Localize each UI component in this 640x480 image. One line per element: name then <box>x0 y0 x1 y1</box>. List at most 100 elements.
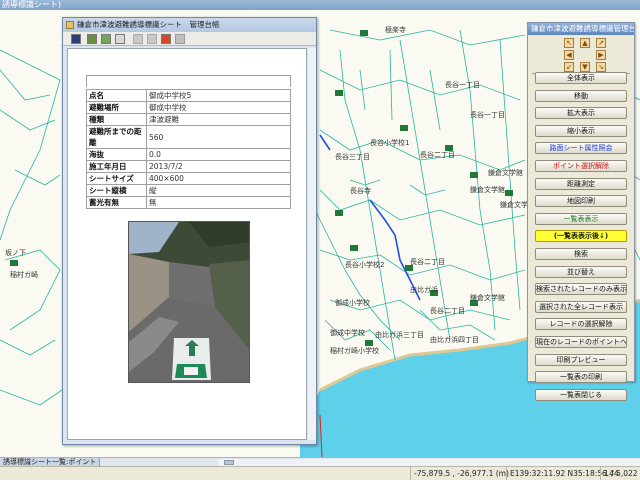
attribute-value: 御成中学校5 <box>146 89 291 102</box>
attribute-row: 蓄光有無無 <box>86 196 291 209</box>
attribute-key: シート縦横 <box>86 184 147 197</box>
attribute-header-row <box>86 75 291 87</box>
panel-button[interactable]: 一覧表閉じる <box>535 389 627 401</box>
map-label: 長谷寺 <box>350 187 371 195</box>
control-panel-title: 鎌倉市津波避難誘導標識管理台帳 <box>528 23 634 35</box>
window-icon <box>66 21 74 29</box>
control-panel: 鎌倉市津波避難誘導標識管理台帳 ↖ ▲ ↗ ◀ ▶ ↙ ▼ ↘ 全体表示移動拡大表示縮小表示路… <box>527 22 635 401</box>
map-label: 由比ガ浜三丁目 <box>375 331 424 339</box>
map-label: 鎌倉文学館 <box>488 169 523 177</box>
copy-icon[interactable] <box>115 34 125 44</box>
attribute-row: シートサイズ 400×600 <box>86 172 291 185</box>
status-coords-geo: E139:32:11.92 N35:18:56.44 <box>506 467 619 480</box>
attribute-value: 津波避難 <box>146 113 291 126</box>
attribute-row: 点名 御成中学校5 <box>86 89 291 102</box>
attribute-key: シートサイズ <box>86 172 147 185</box>
attribute-key: 海抜 <box>86 148 147 161</box>
pan-down-icon[interactable]: ▼ <box>580 62 590 72</box>
attribute-row: 避難所までの距離 560 <box>86 125 291 149</box>
map-label: 長谷小学校2 <box>345 261 385 269</box>
map-label: 稲村ガ崎小学校 <box>330 347 379 355</box>
panel-button[interactable]: 検索されたレコードのみ表示 <box>535 283 627 295</box>
attribute-scrollbar[interactable] <box>308 48 316 440</box>
map-label: 長谷一丁目 <box>445 81 480 89</box>
panel-button[interactable]: (一覧表表示後↓) <box>535 230 627 242</box>
attribute-key: 蓄光有無 <box>86 196 147 209</box>
attribute-key: 種類 <box>86 113 147 126</box>
attribute-row: 施工年月日 2013/7/2 <box>86 160 291 173</box>
panel-button[interactable]: 全体表示 <box>535 72 627 84</box>
pan-right-icon[interactable]: ▶ <box>596 50 606 60</box>
attribute-value: 2013/7/2 <box>146 160 291 173</box>
panel-button[interactable]: 選択された全レコード表示 <box>535 301 627 313</box>
attribute-row: 避難場所 御成中学校 <box>86 101 291 114</box>
panel-button[interactable]: 距離測定 <box>535 178 627 190</box>
scroll-thumb[interactable] <box>224 460 234 465</box>
panel-button[interactable]: レコードの選択解除 <box>535 318 627 330</box>
map-label: 御成小学校 <box>335 299 370 307</box>
attribute-key: 避難場所 <box>86 101 147 114</box>
map-label: 由比ガ浜四丁目 <box>430 336 479 344</box>
pan-down-left-icon[interactable]: ↙ <box>564 62 574 72</box>
map-label: 長谷二丁目 <box>420 151 455 159</box>
attribute-window-title: 鎌倉市津波避難誘導標識シート 管理台帳 <box>77 20 220 29</box>
map-label: 由比ガ浜 <box>410 286 438 294</box>
map-label: 長谷三丁目 <box>335 153 370 161</box>
pan-up-right-icon[interactable]: ↗ <box>596 38 606 48</box>
status-bar: -75,879.5 , -26,977.1 (m) E139:32:11.92 … <box>0 466 640 480</box>
panel-button[interactable]: 一覧表表示 <box>535 213 627 225</box>
attribute-key: 施工年月日 <box>86 160 147 173</box>
map-label: 鎌倉文学館 <box>470 294 505 302</box>
close-arrow-icon[interactable] <box>161 34 171 44</box>
horizontal-scrollbar[interactable] <box>218 459 640 466</box>
map-label: 長谷小学校1 <box>370 139 410 147</box>
grid-icon[interactable] <box>133 34 143 44</box>
list-icon[interactable] <box>147 34 157 44</box>
pan-down-right-icon[interactable]: ↘ <box>596 62 606 72</box>
save-icon[interactable] <box>71 34 81 44</box>
panel-button[interactable]: 並び替え <box>535 266 627 278</box>
pan-up-icon[interactable]: ▲ <box>580 38 590 48</box>
attribute-window-title-bar[interactable]: 鎌倉市津波避難誘導標識シート 管理台帳 <box>63 18 316 32</box>
map-label: 長谷二丁目 <box>430 307 465 315</box>
attribute-toolbar <box>63 32 316 46</box>
pan-left-icon[interactable]: ◀ <box>564 50 574 60</box>
print-icon[interactable] <box>87 34 97 44</box>
attribute-key: 避難所までの距離 <box>86 125 147 149</box>
map-label: 長谷二丁目 <box>410 258 445 266</box>
attribute-window[interactable]: 鎌倉市津波避難誘導標識シート 管理台帳 点名 御成中学校5 避難場所 御成中学校 種類津… <box>62 17 317 445</box>
map-label: 長谷一丁目 <box>470 111 505 119</box>
attribute-value: 560 <box>146 125 291 149</box>
attribute-value: 400×600 <box>146 172 291 185</box>
map-label: 鎌倉文学館 <box>470 186 505 194</box>
panel-button[interactable]: 拡大表示 <box>535 107 627 119</box>
panel-button[interactable]: 検索 <box>535 248 627 260</box>
attribute-row: シート縦横縦 <box>86 184 291 197</box>
app-title: 誘導標識シート) <box>2 0 62 9</box>
sign-photo <box>128 221 250 383</box>
attribute-key: 点名 <box>86 89 147 102</box>
panel-button[interactable]: 一覧表の印刷 <box>535 371 627 383</box>
panel-button[interactable]: ポイント選択解除 <box>535 160 627 172</box>
attribute-table: 点名 御成中学校5 避難場所 御成中学校 種類 津波避難 避難所までの距離 560 海抜 0.0 施… <box>86 89 291 209</box>
tab-strip: 誘導標識シート一覧:ポイント <box>0 457 640 467</box>
attribute-value: 0.0 <box>146 148 291 161</box>
panel-button[interactable]: 移動 <box>535 90 627 102</box>
status-record-count: 1 / 5,022 <box>600 467 640 480</box>
link-icon[interactable] <box>175 34 185 44</box>
attribute-row: 種類 津波避難 <box>86 113 291 126</box>
attribute-value: 御成中学校 <box>146 101 291 114</box>
panel-button[interactable]: 路面シート属性照会 <box>535 142 627 154</box>
status-coords-metric: -75,879.5 , -26,977.1 (m) <box>410 467 509 480</box>
app-title-bar: 誘導標識シート) <box>0 0 640 10</box>
map-label: 坂ノ下 <box>5 249 26 257</box>
attribute-row: 海抜 0.0 <box>86 148 291 161</box>
print-preview-icon[interactable] <box>101 34 111 44</box>
panel-button[interactable]: 印刷プレビュー <box>535 354 627 366</box>
panel-button[interactable]: 縮小表示 <box>535 125 627 137</box>
map-label: 御成中学校 <box>330 329 365 337</box>
pan-up-left-icon[interactable]: ↖ <box>564 38 574 48</box>
panel-button[interactable]: 現在のレコードのポイントへ <box>535 336 627 348</box>
panel-button[interactable]: 地図印刷 <box>535 195 627 207</box>
map-label: 稲村ガ崎 <box>10 271 38 279</box>
